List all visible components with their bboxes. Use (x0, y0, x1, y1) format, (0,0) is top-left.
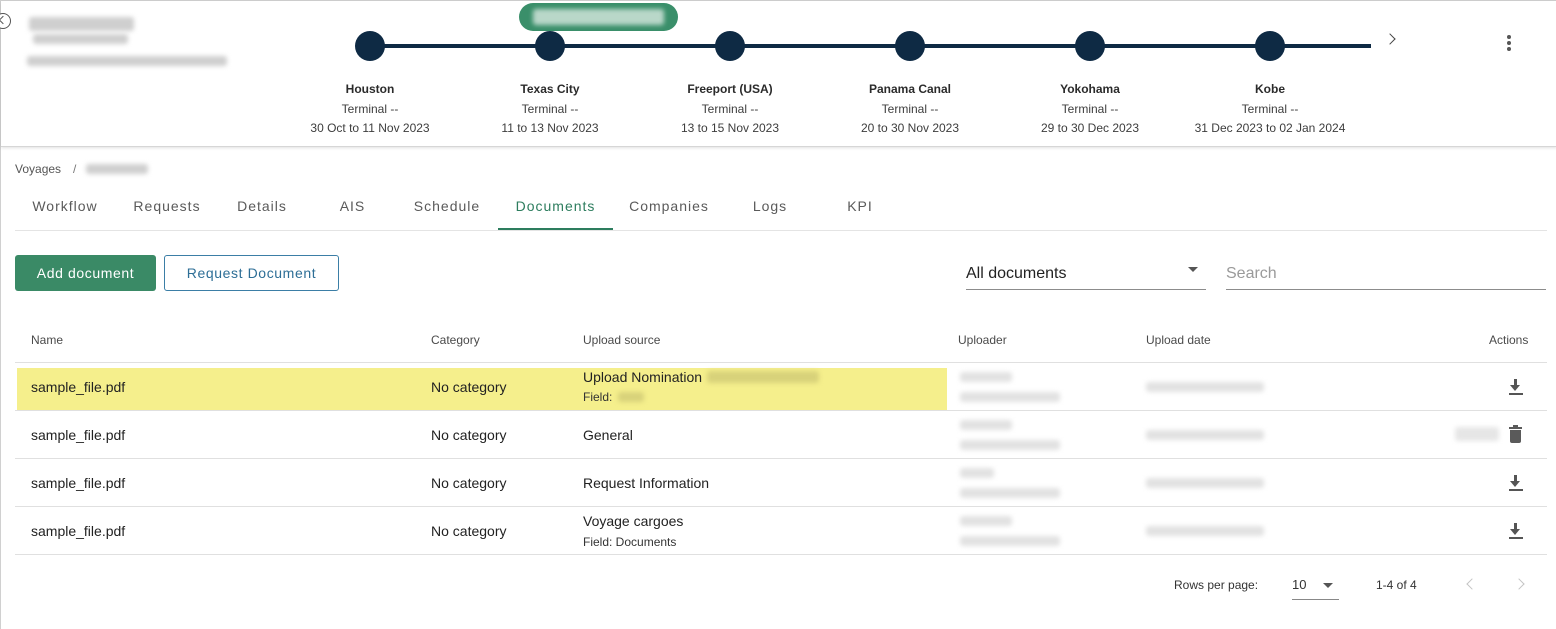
document-filter-select[interactable]: All documents (966, 259, 1206, 290)
voyage-header: Houston Terminal -- 30 Oct to 11 Nov 202… (0, 1, 1556, 147)
port-marker[interactable] (355, 31, 385, 61)
tab-requests[interactable]: Requests (117, 184, 217, 230)
tab-details[interactable]: Details (222, 184, 302, 230)
tab-schedule[interactable]: Schedule (403, 184, 491, 230)
upload-source-field: Field: (583, 390, 613, 404)
port-terminal: Terminal -- (1241, 102, 1299, 116)
previous-page-icon[interactable] (1463, 577, 1477, 593)
timeline-line (370, 44, 1371, 48)
port-marker[interactable] (895, 31, 925, 61)
port-marker[interactable] (1255, 31, 1285, 61)
chevron-right-icon[interactable] (1384, 31, 1400, 49)
table-row[interactable]: sample_file.pdf No category Voyage cargo… (15, 507, 1547, 555)
download-icon[interactable] (1507, 473, 1525, 493)
table-row[interactable]: sample_file.pdf No category General (15, 411, 1547, 459)
app-frame: Houston Terminal -- 30 Oct to 11 Nov 202… (0, 0, 1556, 629)
page-range: 1-4 of 4 (1376, 578, 1417, 592)
request-document-button[interactable]: Request Document (164, 255, 339, 291)
column-actions: Actions (1489, 333, 1529, 347)
upload-source: Upload Nomination (583, 369, 703, 385)
rows-per-page-select[interactable]: 10 (1292, 573, 1339, 600)
tab-ais[interactable]: AIS (320, 184, 385, 230)
column-category[interactable]: Category (431, 333, 480, 347)
file-category: No category (431, 523, 507, 539)
next-page-icon[interactable] (1514, 577, 1528, 593)
upload-source: General (583, 427, 633, 443)
table-header: Name Category Upload source Uploader Upl… (15, 319, 1547, 363)
tab-logs[interactable]: Logs (739, 184, 801, 230)
upload-source: Request Information (583, 475, 710, 491)
download-icon[interactable] (1507, 377, 1525, 397)
port-name: Kobe (1255, 82, 1285, 96)
tab-kpi[interactable]: KPI (831, 184, 889, 230)
rows-per-page-value: 10 (1292, 577, 1307, 592)
breadcrumb-separator: / (73, 162, 77, 176)
search-input[interactable] (1226, 259, 1546, 290)
column-name[interactable]: Name (31, 333, 63, 347)
port-marker[interactable] (715, 31, 745, 61)
tab-workflow[interactable]: Workflow (15, 184, 115, 230)
dropdown-arrow-icon (1188, 267, 1198, 272)
port-info: Kobe Terminal -- 31 Dec 2023 to 02 Jan 2… (1160, 81, 1380, 138)
breadcrumb: Voyages / (15, 162, 149, 176)
download-icon[interactable] (1507, 521, 1525, 541)
file-name[interactable]: sample_file.pdf (31, 475, 125, 491)
rows-per-page-label: Rows per page: (1174, 578, 1259, 592)
file-category: No category (431, 475, 507, 491)
file-name[interactable]: sample_file.pdf (31, 523, 125, 539)
breadcrumb-voyages-link[interactable]: Voyages (15, 162, 61, 176)
more-vert-icon[interactable] (1503, 34, 1515, 52)
file-name[interactable]: sample_file.pdf (31, 379, 125, 395)
tab-bar: Workflow Requests Details AIS Schedule D… (15, 184, 1547, 231)
collapse-icon[interactable] (0, 13, 11, 29)
table-row[interactable]: sample_file.pdf No category Upload Nomin… (15, 363, 1547, 411)
file-name[interactable]: sample_file.pdf (31, 427, 125, 443)
table-pagination: Rows per page: 10 1-4 of 4 (1, 567, 1556, 603)
file-category: No category (431, 427, 507, 443)
port-dates: 31 Dec 2023 to 02 Jan 2024 (1194, 121, 1346, 135)
tab-documents[interactable]: Documents (498, 184, 613, 230)
column-upload-source[interactable]: Upload source (583, 333, 660, 347)
tab-companies[interactable]: Companies (621, 184, 717, 230)
upload-source-field: Field: Documents (583, 535, 677, 549)
port-marker[interactable] (1075, 31, 1105, 61)
breadcrumb-voyage-id[interactable] (86, 163, 149, 175)
voyage-status-badge (519, 3, 678, 31)
add-document-button[interactable]: Add document (15, 255, 156, 291)
upload-source: Voyage cargoes (583, 513, 684, 529)
vessel-info (19, 7, 304, 73)
port-marker[interactable] (535, 31, 565, 61)
delete-icon[interactable] (1507, 425, 1525, 445)
column-uploader[interactable]: Uploader (958, 333, 1007, 347)
column-upload-date[interactable]: Upload date (1146, 333, 1211, 347)
file-category: No category (431, 379, 507, 395)
documents-table: Name Category Upload source Uploader Upl… (15, 319, 1547, 555)
table-row[interactable]: sample_file.pdf No category Request Info… (15, 459, 1547, 507)
dropdown-arrow-icon (1323, 583, 1333, 588)
document-filter-value: All documents (966, 265, 1067, 282)
